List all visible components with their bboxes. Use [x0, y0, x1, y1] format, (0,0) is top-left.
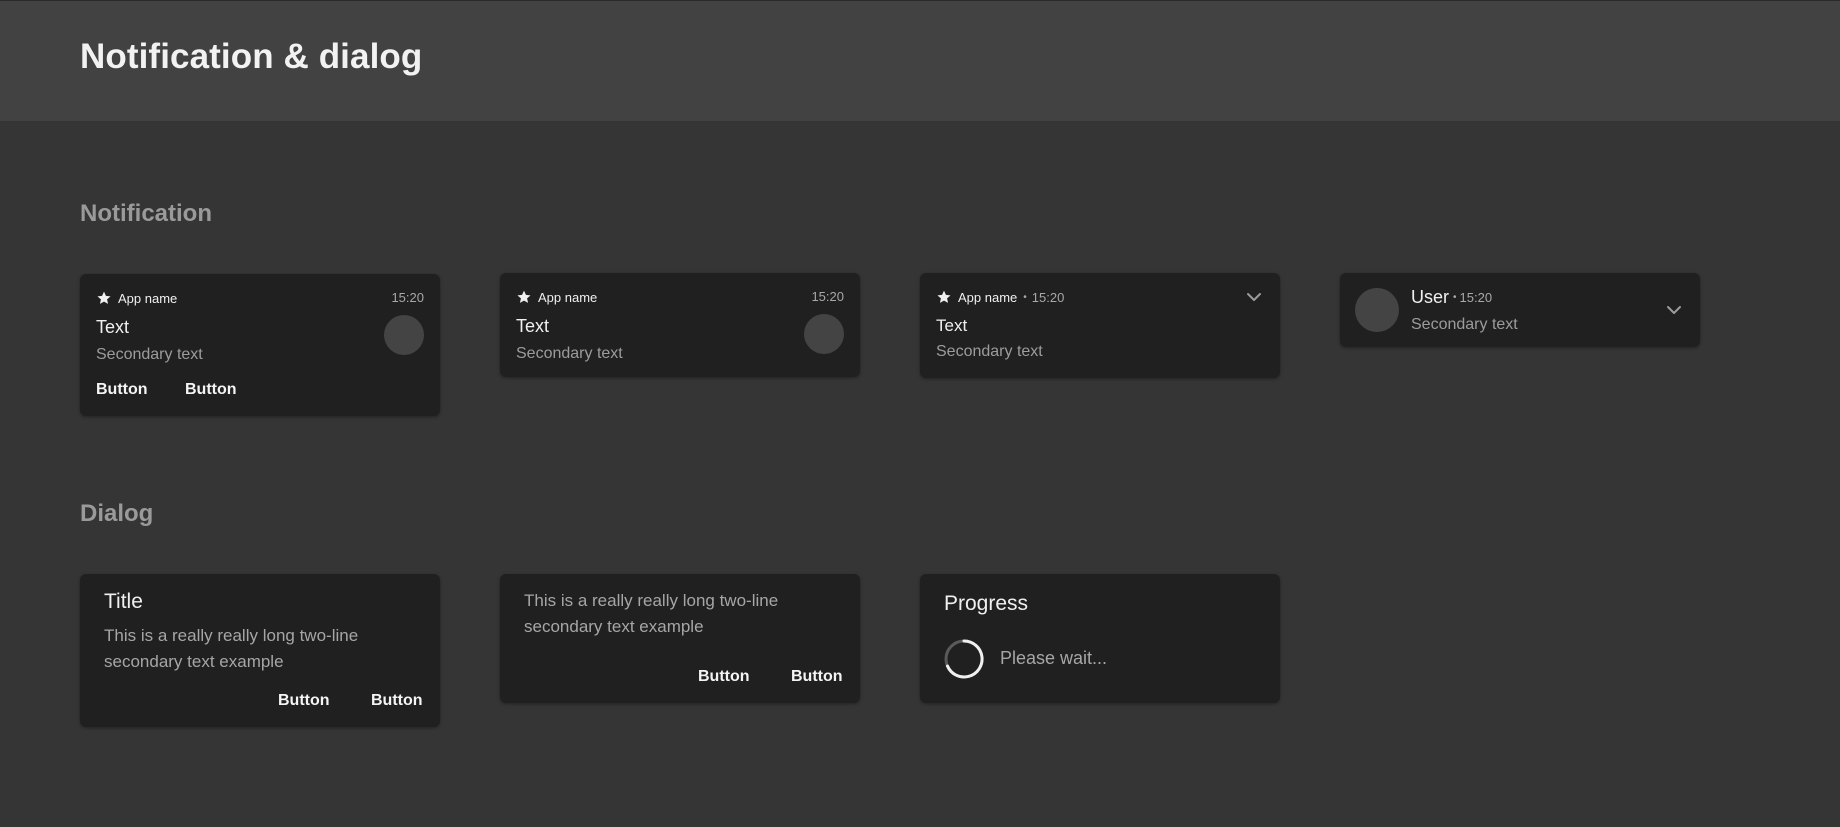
- notification-secondary-text: Secondary text: [96, 346, 203, 363]
- app-name: App name: [538, 289, 598, 305]
- dialog-button-2[interactable]: Button: [371, 692, 423, 710]
- dialog-body-text: This is a really really long two-line se…: [104, 626, 359, 671]
- separator-dot: •: [1023, 291, 1027, 303]
- notification-secondary-text: Secondary text: [936, 343, 1043, 360]
- avatar: [1355, 288, 1399, 332]
- notification-text: Text: [96, 317, 130, 337]
- dialog-button-1[interactable]: Button: [278, 692, 330, 710]
- app-name: App name: [118, 290, 178, 306]
- dialog-button-2[interactable]: Button: [791, 668, 843, 686]
- app-header: App name: [96, 290, 177, 306]
- notification-card-user[interactable]: User • 15:20 Secondary text: [1340, 273, 1700, 347]
- notification-card-with-actions[interactable]: App name 15:20 Text Secondary text Butto…: [80, 274, 440, 416]
- notification-time: 15:20: [1031, 289, 1065, 305]
- dialog-title: Title: [104, 590, 143, 613]
- avatar: [804, 314, 844, 354]
- separator-dot: •: [1453, 292, 1457, 303]
- star-icon: [516, 289, 532, 305]
- header: Notification & dialog: [0, 0, 1840, 121]
- notification-action-button-1[interactable]: Button: [96, 381, 148, 399]
- avatar: [384, 315, 424, 355]
- dialog-card-with-title: Title This is a really really long two-l…: [80, 574, 440, 727]
- app-name: App name: [958, 289, 1018, 305]
- dialog-button-1[interactable]: Button: [698, 668, 750, 686]
- page-title: Notification & dialog: [80, 37, 423, 76]
- progress-message: Please wait...: [1000, 648, 1108, 668]
- notification-text: Text: [936, 316, 968, 335]
- dialog-card-no-title: This is a really really long two-line se…: [500, 574, 860, 703]
- app-header: App name: [516, 289, 597, 305]
- dialog-card-progress: Progress Please wait...: [920, 574, 1280, 703]
- notification-card-expandable[interactable]: App name • 15:20 Text Secondary text: [920, 273, 1280, 378]
- user-name: User: [1411, 287, 1450, 307]
- notification-time: 15:20: [811, 289, 844, 304]
- notification-secondary-text: Secondary text: [1411, 316, 1518, 333]
- notification-time: 15:20: [1459, 290, 1493, 305]
- notification-time: 15:20: [391, 290, 424, 305]
- user-header: User • 15:20: [1411, 287, 1492, 308]
- notification-text: Text: [516, 316, 550, 336]
- star-icon: [96, 290, 112, 306]
- section-title-notification: Notification: [80, 200, 212, 227]
- section-title-dialog: Dialog: [80, 500, 154, 527]
- dialog-title: Progress: [944, 592, 1029, 615]
- app-header: App name • 15:20: [936, 289, 1064, 305]
- notification-action-button-2[interactable]: Button: [185, 381, 237, 399]
- notification-secondary-text: Secondary text: [516, 345, 623, 362]
- star-icon: [936, 289, 952, 305]
- dialog-body-text: This is a really really long two-line se…: [524, 591, 779, 636]
- page: Notification & dialog Notification App n…: [0, 0, 1840, 827]
- spinner-icon: [944, 639, 984, 679]
- chevron-down-icon[interactable]: [1664, 300, 1684, 320]
- chevron-down-icon[interactable]: [1244, 287, 1264, 307]
- notification-card-simple[interactable]: App name 15:20 Text Secondary text: [500, 273, 860, 377]
